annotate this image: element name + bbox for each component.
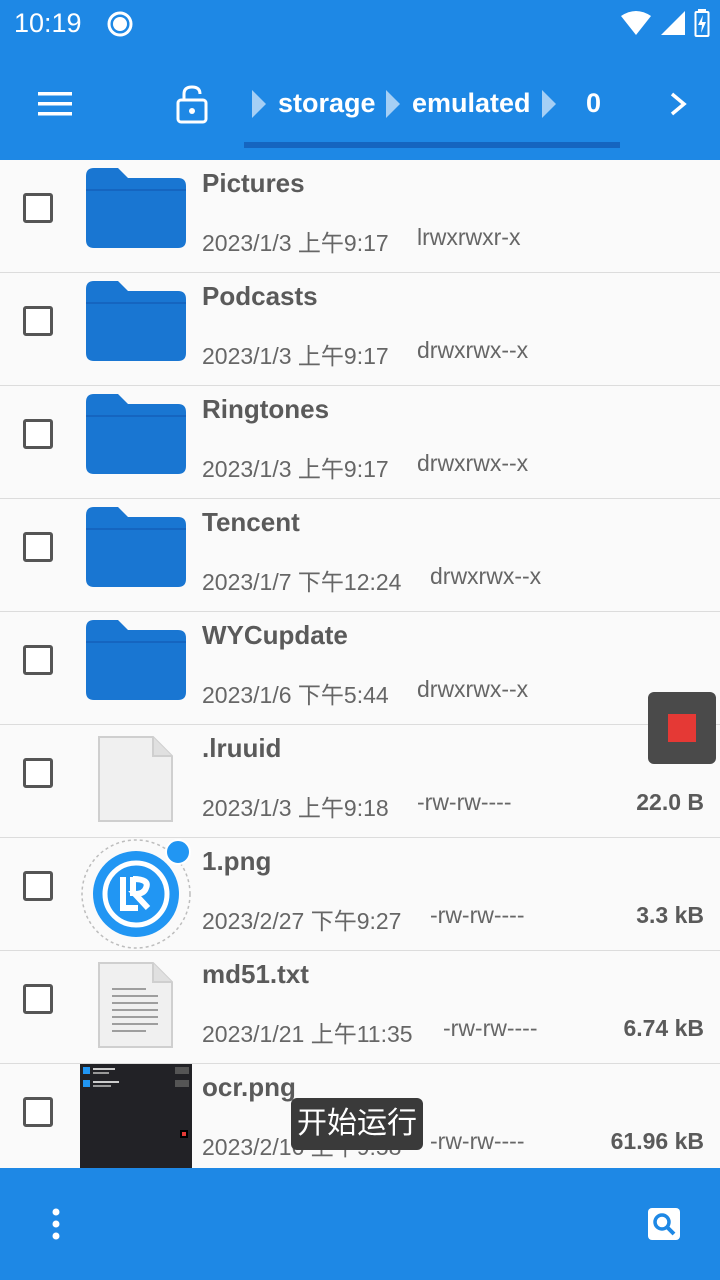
battery-charging-icon [694,9,710,42]
breadcrumb-storage[interactable]: storage [278,88,376,119]
lr-app-image-thumbnail [80,838,192,950]
file-permissions: drwxrwx--x [417,676,529,702]
select-checkbox[interactable] [23,1097,53,1127]
file-size: 6.74 kB [623,1015,704,1041]
file-permissions: -rw-rw---- [430,902,525,928]
select-checkbox[interactable] [23,984,53,1014]
file-name: 1.png [202,846,272,876]
file-date: 2023/2/27 下午9:27 [202,908,402,934]
folder-icon [80,612,192,724]
file-permissions: -rw-rw---- [417,789,512,815]
file-list: Pictures 2023/1/3 上午9:17 lrwxrwxr-x Podc… [0,160,720,1168]
bottom-bar [0,1168,720,1280]
select-checkbox[interactable] [23,645,53,675]
lock-open-icon[interactable] [172,84,212,124]
file-name: Pictures [202,168,305,198]
list-item[interactable]: .lruuid 2023/1/3 上午9:18 -rw-rw---- 22.0 … [0,725,720,838]
breadcrumb-separator-icon [386,90,400,118]
file-name: Podcasts [202,281,318,311]
file-name: Ringtones [202,394,330,424]
file-permissions: drwxrwx--x [430,563,542,589]
file-name: md51.txt [202,959,309,989]
cell-signal-icon [660,10,686,41]
file-date: 2023/1/3 上午9:17 [202,343,389,369]
file-size: 3.3 kB [636,902,704,928]
notification-ring-icon [105,9,135,44]
blank-file-icon [80,725,192,837]
app-bar: storage emulated 0 [0,48,720,160]
wifi-icon [620,10,652,41]
stop-icon [668,714,696,742]
list-item[interactable]: Tencent 2023/1/7 下午12:24 drwxrwx--x [0,499,720,612]
list-item[interactable]: Pictures 2023/1/3 上午9:17 lrwxrwxr-x [0,160,720,273]
folder-icon [80,273,192,385]
breadcrumb-separator-icon [252,90,266,118]
breadcrumb-underline [244,142,620,148]
stop-button[interactable] [648,692,716,764]
breadcrumb: storage emulated 0 [244,48,620,160]
file-name: ocr.png [202,1072,296,1102]
toast-message: 开始运行 [291,1098,423,1150]
select-checkbox[interactable] [23,532,53,562]
file-permissions: -rw-rw---- [443,1015,538,1041]
file-date: 2023/1/3 上午9:17 [202,456,389,482]
file-date: 2023/1/3 上午9:17 [202,230,389,256]
status-bar: 10:19 [0,0,720,48]
file-name: WYCupdate [202,620,348,650]
list-item[interactable]: 1.png 2023/2/27 下午9:27 -rw-rw---- 3.3 kB [0,838,720,951]
file-permissions: drwxrwx--x [417,337,529,363]
screenshot-image-thumbnail [80,1064,192,1168]
menu-icon[interactable] [36,88,76,120]
file-date: 2023/1/6 下午5:44 [202,682,389,708]
breadcrumb-0[interactable]: 0 [586,88,601,119]
file-size: 61.96 kB [610,1128,704,1154]
file-size: 22.0 B [636,789,704,815]
chevron-right-icon[interactable] [664,86,694,122]
status-time: 10:19 [14,8,82,38]
list-item[interactable]: Ringtones 2023/1/3 上午9:17 drwxrwx--x [0,386,720,499]
folder-icon [80,499,192,611]
select-checkbox[interactable] [23,758,53,788]
file-date: 2023/1/21 上午11:35 [202,1021,413,1047]
file-date: 2023/1/7 下午12:24 [202,569,402,595]
more-vertical-icon[interactable] [46,1206,66,1242]
file-name: Tencent [202,507,300,537]
breadcrumb-emulated[interactable]: emulated [412,88,531,119]
folder-icon [80,386,192,498]
file-permissions: -rw-rw---- [430,1128,525,1154]
select-checkbox[interactable] [23,419,53,449]
list-item[interactable]: md51.txt 2023/1/21 上午11:35 -rw-rw---- 6.… [0,951,720,1064]
list-item[interactable]: Podcasts 2023/1/3 上午9:17 drwxrwx--x [0,273,720,386]
select-checkbox[interactable] [23,193,53,223]
breadcrumb-separator-icon [542,90,556,118]
list-item[interactable]: WYCupdate 2023/1/6 下午5:44 drwxrwx--x [0,612,720,725]
folder-icon [80,160,192,272]
file-name: .lruuid [202,733,282,763]
file-date: 2023/1/3 上午9:18 [202,795,389,821]
select-checkbox[interactable] [23,871,53,901]
search-icon[interactable] [646,1206,682,1242]
file-permissions: drwxrwx--x [417,450,529,476]
file-permissions: lrwxrwxr-x [417,224,521,250]
text-file-icon [80,951,192,1063]
select-checkbox[interactable] [23,306,53,336]
